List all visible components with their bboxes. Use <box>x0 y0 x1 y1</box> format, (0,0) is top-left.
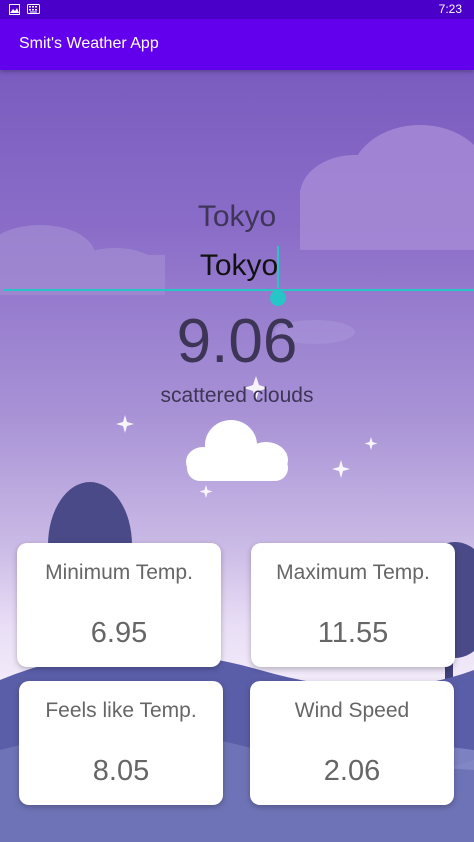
text-cursor <box>277 246 279 288</box>
small-cloud-icon <box>186 420 288 481</box>
wind-speed-card: Wind Speed 2.06 <box>250 681 454 805</box>
feels-like-card: Feels like Temp. 8.05 <box>19 681 223 805</box>
max-temp-label: Maximum Temp. <box>276 561 430 584</box>
city-search-input[interactable] <box>4 242 474 290</box>
input-underline <box>4 289 474 291</box>
weather-description: scattered clouds <box>160 384 314 407</box>
max-temp-card: Maximum Temp. 11.55 <box>251 543 455 667</box>
city-name-heading: Tokyo <box>197 200 277 233</box>
min-temp-card: Minimum Temp. 6.95 <box>17 543 221 667</box>
current-temperature: 9.06 <box>176 307 298 376</box>
status-time: 7:23 <box>438 2 462 16</box>
image-icon <box>9 4 20 15</box>
keyboard-icon <box>27 4 40 14</box>
cursor-handle[interactable] <box>270 290 286 306</box>
feels-like-label: Feels like Temp. <box>45 699 197 722</box>
min-temp-label: Minimum Temp. <box>45 561 193 584</box>
weather-background: Tokyo 9.06 scattered clouds Minimum Temp… <box>0 70 474 842</box>
max-temp-value: 11.55 <box>317 617 389 649</box>
app-bar: Smit's Weather App <box>0 19 474 70</box>
min-temp-value: 6.95 <box>90 617 148 649</box>
status-bar: 7:23 <box>0 0 474 19</box>
wind-speed-label: Wind Speed <box>294 699 410 722</box>
feels-like-value: 8.05 <box>92 755 150 787</box>
wind-speed-value: 2.06 <box>323 755 381 787</box>
app-title: Smit's Weather App <box>19 35 159 52</box>
